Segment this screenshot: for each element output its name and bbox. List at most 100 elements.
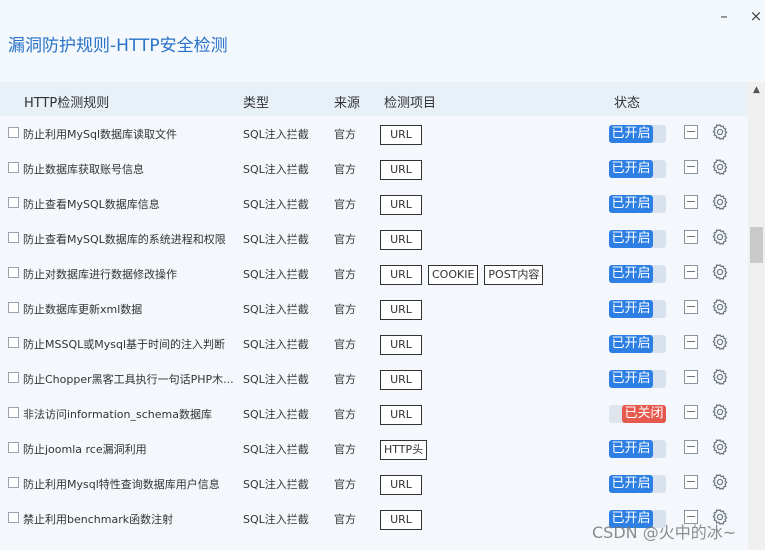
gear-icon[interactable]	[711, 228, 729, 246]
gear-icon[interactable]	[711, 298, 729, 316]
row-checkbox[interactable]	[8, 512, 19, 523]
check-item-tag: POST内容	[484, 265, 544, 285]
row-checkbox[interactable]	[8, 162, 19, 173]
header-source: 来源	[334, 96, 361, 111]
table-row: 防止joomla rce漏洞利用 SQL注入拦截 官方 HTTP头 已开启	[0, 431, 748, 466]
status-label: 已开启	[609, 125, 653, 143]
status-toggle[interactable]: 已开启	[609, 125, 666, 143]
minus-icon[interactable]	[684, 335, 698, 349]
table-header: HTTP检测规则 类型 来源 检测项目 状态	[0, 82, 748, 116]
table-row: 防止对数据库进行数据修改操作 SQL注入拦截 官方 URL COOKIE POST内容 已开…	[0, 256, 748, 291]
gear-icon[interactable]	[711, 158, 729, 176]
row-checkbox[interactable]	[8, 477, 19, 488]
rule-type: SQL注入拦截	[243, 513, 309, 526]
row-checkbox[interactable]	[8, 127, 19, 138]
minus-icon[interactable]	[684, 475, 698, 489]
check-item-tag: URL	[380, 335, 422, 355]
check-items: URL	[380, 228, 428, 250]
row-checkbox[interactable]	[8, 302, 19, 313]
status-toggle[interactable]: 已关闭	[609, 405, 666, 423]
gear-icon[interactable]	[711, 263, 729, 281]
status-toggle[interactable]: 已开启	[609, 195, 666, 213]
minus-icon[interactable]	[684, 370, 698, 384]
check-items: URL	[380, 193, 428, 215]
rule-source: 官方	[334, 408, 356, 421]
rule-table: 防止利用MySql数据库读取文件 SQL注入拦截 官方 URL 已开启 防止数据库获取账号…	[0, 116, 748, 550]
scroll-thumb[interactable]	[750, 227, 763, 263]
minimize-button[interactable]: –	[714, 6, 734, 26]
minus-icon[interactable]	[684, 125, 698, 139]
rule-name: 防止Chopper黑客工具执行一句话PHP木...	[23, 373, 234, 386]
minus-icon[interactable]	[684, 300, 698, 314]
status-label: 已开启	[609, 335, 653, 353]
minus-icon[interactable]	[684, 405, 698, 419]
table-row: 防止数据库更新xml数据 SQL注入拦截 官方 URL 已开启	[0, 291, 748, 326]
title-bar: 漏洞防护规则-HTTP安全检测 – ×	[0, 0, 765, 80]
row-checkbox[interactable]	[8, 442, 19, 453]
rule-source: 官方	[334, 268, 356, 281]
rule-type: SQL注入拦截	[243, 478, 309, 491]
row-checkbox[interactable]	[8, 267, 19, 278]
minus-icon[interactable]	[684, 195, 698, 209]
status-toggle[interactable]: 已开启	[609, 160, 666, 178]
status-label: 已开启	[609, 370, 653, 388]
row-checkbox[interactable]	[8, 407, 19, 418]
close-button[interactable]: ×	[746, 6, 765, 26]
rule-name: 防止利用Mysql特性查询数据库用户信息	[23, 478, 220, 491]
status-toggle[interactable]: 已开启	[609, 475, 666, 493]
scroll-up-icon[interactable]: ▲	[748, 82, 765, 98]
rule-source: 官方	[334, 373, 356, 386]
gear-icon[interactable]	[711, 333, 729, 351]
status-label: 已开启	[609, 230, 653, 248]
minus-icon[interactable]	[684, 160, 698, 174]
minus-icon[interactable]	[684, 440, 698, 454]
check-items: URL COOKIE POST内容	[380, 263, 549, 285]
minus-icon[interactable]	[684, 230, 698, 244]
gear-icon[interactable]	[711, 123, 729, 141]
check-items: URL	[380, 508, 428, 530]
check-item-tag: URL	[380, 370, 422, 390]
row-checkbox[interactable]	[8, 372, 19, 383]
check-item-tag: URL	[380, 125, 422, 145]
check-item-tag: URL	[380, 405, 422, 425]
rule-source: 官方	[334, 513, 356, 526]
status-toggle[interactable]: 已开启	[609, 440, 666, 458]
rule-name: 防止joomla rce漏洞利用	[23, 443, 147, 456]
table-row: 防止数据库获取账号信息 SQL注入拦截 官方 URL 已开启	[0, 151, 748, 186]
status-toggle[interactable]: 已开启	[609, 230, 666, 248]
minus-icon[interactable]	[684, 265, 698, 279]
status-toggle[interactable]: 已开启	[609, 370, 666, 388]
window: 漏洞防护规则-HTTP安全检测 – × HTTP检测规则 类型 来源 检测项目 …	[0, 0, 765, 550]
rule-type: SQL注入拦截	[243, 128, 309, 141]
row-checkbox[interactable]	[8, 232, 19, 243]
check-item-tag: URL	[380, 195, 422, 215]
gear-icon[interactable]	[711, 368, 729, 386]
status-toggle[interactable]: 已开启	[609, 265, 666, 283]
status-label: 已开启	[609, 475, 653, 493]
rule-name: 防止查看MySQL数据库信息	[23, 198, 160, 211]
rule-source: 官方	[334, 198, 356, 211]
status-toggle[interactable]: 已开启	[609, 335, 666, 353]
gear-icon[interactable]	[711, 438, 729, 456]
row-checkbox[interactable]	[8, 197, 19, 208]
gear-icon[interactable]	[711, 473, 729, 491]
rule-type: SQL注入拦截	[243, 233, 309, 246]
table-row: 防止查看MySQL数据库的系统进程和权限 SQL注入拦截 官方 URL 已开启	[0, 221, 748, 256]
row-checkbox[interactable]	[8, 337, 19, 348]
rule-source: 官方	[334, 338, 356, 351]
table-row: 非法访问information_schema数据库 SQL注入拦截 官方 URL 已关闭	[0, 396, 748, 431]
rule-name: 防止数据库获取账号信息	[23, 163, 144, 176]
rule-source: 官方	[334, 303, 356, 316]
rule-type: SQL注入拦截	[243, 443, 309, 456]
rule-source: 官方	[334, 163, 356, 176]
window-title: 漏洞防护规则-HTTP安全检测	[8, 36, 228, 56]
rule-name: 禁止利用benchmark函数注射	[23, 513, 174, 526]
status-toggle[interactable]: 已开启	[609, 300, 666, 318]
header-status: 状态	[614, 96, 641, 111]
check-items: URL	[380, 298, 428, 320]
vertical-scrollbar[interactable]: ▲	[748, 82, 765, 550]
check-items: URL	[380, 123, 428, 145]
rule-name: 防止利用MySql数据库读取文件	[23, 128, 178, 141]
gear-icon[interactable]	[711, 403, 729, 421]
gear-icon[interactable]	[711, 193, 729, 211]
